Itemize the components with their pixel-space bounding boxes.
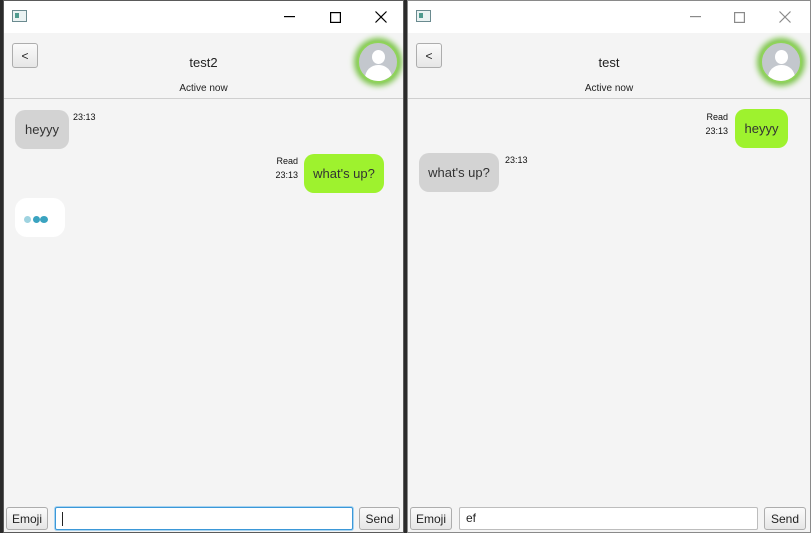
close-icon	[779, 11, 791, 23]
message-time: 23:13	[505, 155, 528, 165]
text-caret	[62, 512, 63, 526]
title-bar[interactable]	[4, 1, 403, 33]
typing-dot	[24, 216, 31, 223]
close-icon	[375, 11, 387, 23]
user-avatar-icon[interactable]	[760, 41, 802, 83]
user-avatar-icon[interactable]	[357, 41, 399, 83]
typing-indicator	[15, 198, 65, 237]
composer-bar: Emoji ef Send	[408, 504, 810, 532]
message-input[interactable]	[55, 507, 353, 530]
minimize-button[interactable]	[266, 1, 312, 33]
maximize-button[interactable]	[716, 1, 762, 33]
typing-dot	[33, 216, 40, 223]
close-button[interactable]	[762, 1, 808, 33]
emoji-button[interactable]: Emoji	[410, 507, 452, 530]
status-text: Active now	[584, 83, 634, 94]
contact-name: test	[598, 55, 620, 70]
send-button[interactable]: Send	[764, 507, 806, 530]
send-button[interactable]: Send	[359, 507, 400, 530]
app-icon	[12, 10, 27, 22]
minimize-button[interactable]	[672, 1, 718, 33]
chat-window-left: < test2 Active now heyyy 23:13 Read 23:1…	[3, 0, 404, 533]
message-input-value: ef	[466, 511, 477, 525]
status-text: Active now	[179, 83, 228, 94]
read-receipt: Read	[706, 112, 728, 122]
maximize-icon	[329, 11, 341, 23]
message-bubble-sent: heyyy	[735, 109, 788, 148]
read-receipt: Read	[276, 156, 298, 166]
title-bar[interactable]	[408, 1, 810, 33]
chat-window-right: < test Active now Read 23:13 heyyy what'…	[407, 0, 811, 533]
message-bubble-received: heyyy	[15, 110, 69, 149]
message-time: 23:13	[705, 126, 728, 136]
close-button[interactable]	[358, 1, 403, 33]
message-time: 23:13	[73, 112, 96, 122]
chat-header: < test2 Active now	[4, 33, 403, 99]
typing-dot	[40, 216, 48, 223]
minimize-icon	[283, 16, 295, 18]
maximize-icon	[733, 11, 745, 23]
message-bubble-received: what's up?	[419, 153, 499, 192]
contact-name: test2	[189, 55, 218, 70]
message-bubble-sent: what's up?	[304, 154, 384, 193]
emoji-button[interactable]: Emoji	[6, 507, 48, 530]
maximize-button[interactable]	[312, 1, 358, 33]
app-icon	[416, 10, 431, 22]
minimize-icon	[689, 16, 701, 18]
chat-header: < test Active now	[408, 33, 810, 99]
composer-bar: Emoji Send	[4, 504, 403, 532]
message-input[interactable]: ef	[459, 507, 758, 530]
message-time: 23:13	[275, 170, 298, 180]
